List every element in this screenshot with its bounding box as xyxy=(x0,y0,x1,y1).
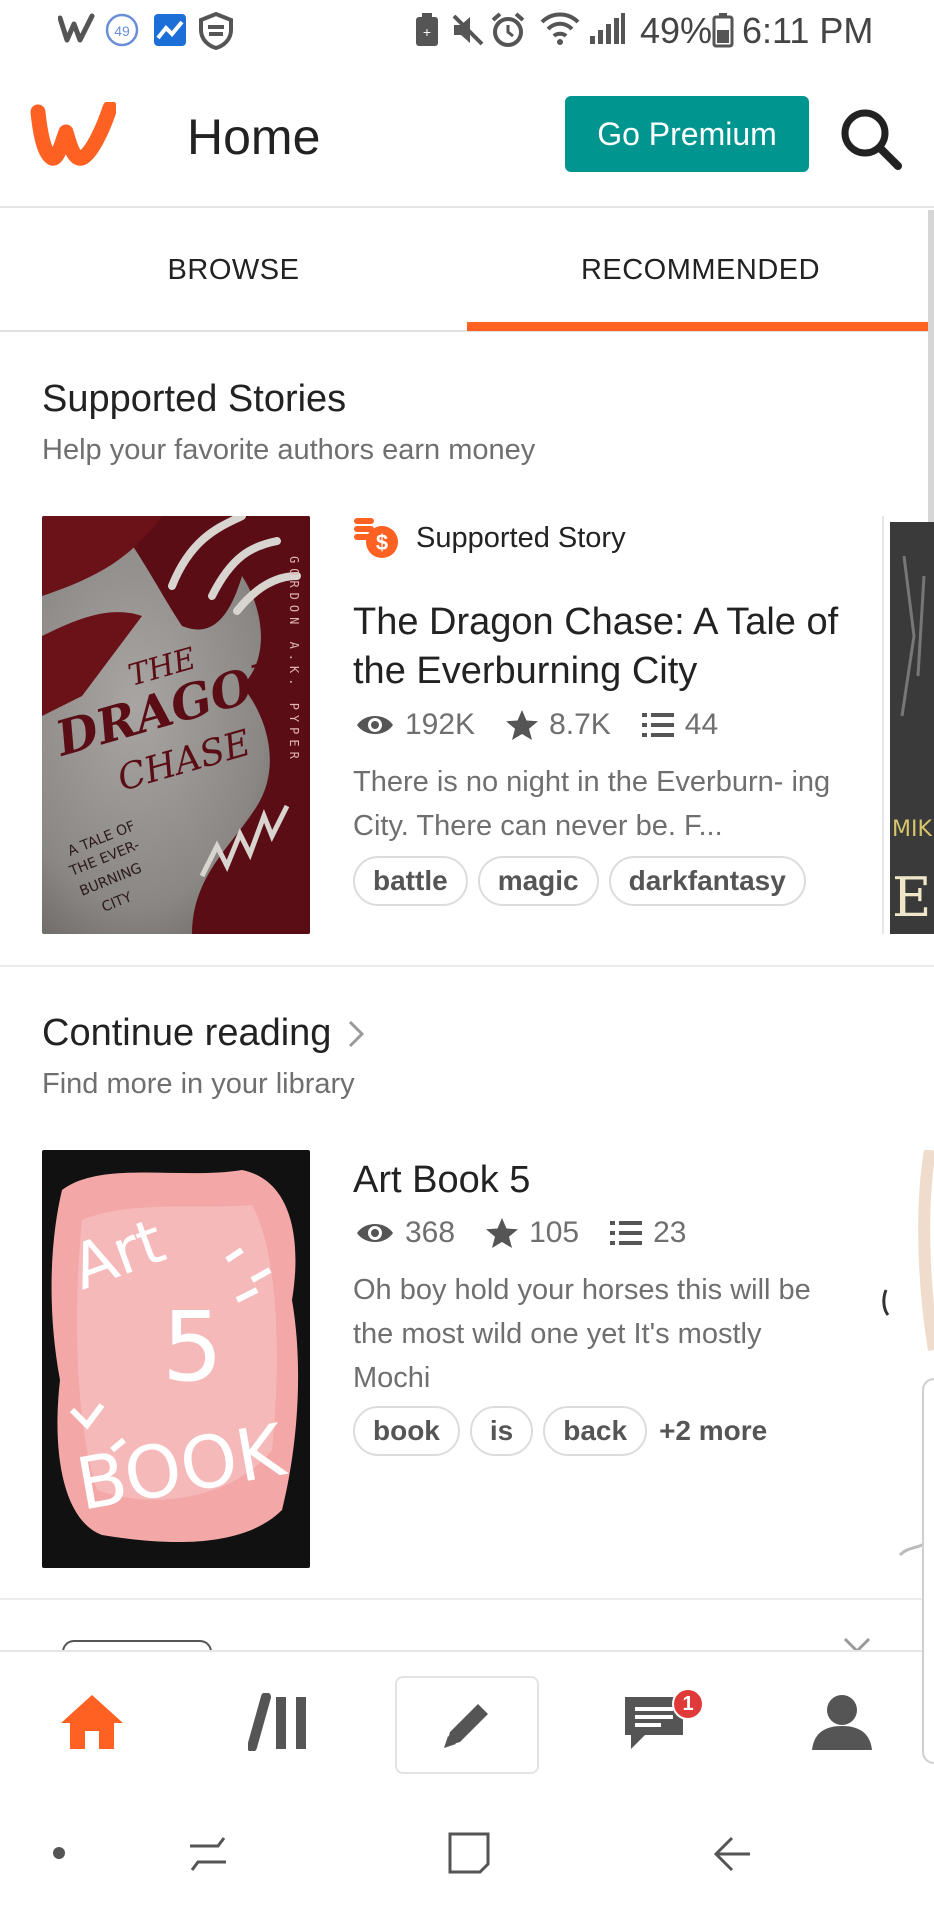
art-book-tags: book is back +2 more xyxy=(353,1406,767,1456)
go-premium-button[interactable]: Go Premium xyxy=(565,96,809,172)
wifi-icon xyxy=(540,12,580,46)
page-title: Home xyxy=(187,109,321,165)
section-divider xyxy=(0,965,934,967)
supported-stories-subtitle: Help your favorite authors earn money xyxy=(42,434,536,466)
status-bar: 49 + 49% 6:11 PM xyxy=(0,0,934,62)
votes-count: 105 xyxy=(529,1216,580,1249)
recents-icon[interactable] xyxy=(186,1832,230,1876)
notification-count-icon: 49 xyxy=(104,12,140,48)
nav-write[interactable] xyxy=(395,1676,539,1774)
tab-recommended-label: RECOMMENDED xyxy=(580,253,821,286)
next-cover-text2: EL xyxy=(892,866,934,929)
tag-chip[interactable]: battle xyxy=(353,856,468,906)
parts-count: 23 xyxy=(653,1216,687,1249)
supported-stories-title: Supported Stories xyxy=(42,378,347,420)
profile-icon xyxy=(810,1692,874,1752)
home-icon xyxy=(59,1693,125,1751)
votes-count: 8.7K xyxy=(549,708,611,741)
svg-text:$: $ xyxy=(376,530,388,555)
mute-icon xyxy=(450,12,486,48)
pencil-icon xyxy=(438,1696,496,1754)
battery-saver-icon: + xyxy=(414,12,440,48)
active-tab-indicator xyxy=(467,322,934,331)
section-divider xyxy=(0,1598,934,1600)
next-supported-story-cover[interactable]: MIK EL xyxy=(882,516,934,934)
continue-reading-subtitle: Find more in your library xyxy=(42,1068,355,1100)
svg-text:+: + xyxy=(423,24,431,40)
dragon-chase-stats: 192K 8.7K 44 xyxy=(355,708,748,742)
reads-count: 368 xyxy=(405,1216,456,1249)
continue-reading-header[interactable]: Continue reading xyxy=(42,1012,365,1055)
tag-chip[interactable]: book xyxy=(353,1406,460,1456)
wattpad-logo-icon[interactable] xyxy=(30,102,116,168)
art-book-stats: 368 105 23 xyxy=(355,1216,717,1250)
battery-icon xyxy=(712,12,734,48)
list-icon xyxy=(641,711,685,739)
list-icon xyxy=(609,1219,653,1247)
home-button-icon[interactable] xyxy=(446,1830,492,1876)
tab-bar: BROWSE RECOMMENDED xyxy=(0,210,934,332)
next-cover-text1: MIK xyxy=(892,817,932,842)
notification-count-text: 49 xyxy=(114,23,130,39)
continue-reading-title: Continue reading xyxy=(42,1012,332,1054)
supported-story-label: Supported Story xyxy=(416,522,626,554)
tag-chip[interactable]: darkfantasy xyxy=(608,856,806,906)
app-bar: Home Go Premium xyxy=(0,62,934,208)
dragon-chase-tags: battle magic darkfantasy xyxy=(353,856,816,906)
star-icon xyxy=(485,1217,529,1249)
messenger-icon xyxy=(152,12,188,48)
messages-badge: 1 xyxy=(672,1688,704,1720)
art-book-description: Oh boy hold your horses this will be the… xyxy=(353,1274,811,1394)
reads-stat: 192K xyxy=(355,708,475,742)
tag-chip[interactable]: magic xyxy=(477,856,599,906)
dot-icon[interactable] xyxy=(52,1846,66,1860)
scrollbar[interactable] xyxy=(928,210,934,540)
tag-chip[interactable]: back xyxy=(543,1406,648,1456)
library-icon xyxy=(248,1693,312,1751)
back-icon[interactable] xyxy=(710,1834,754,1874)
tab-recommended[interactable]: RECOMMENDED xyxy=(467,210,934,330)
eye-icon xyxy=(355,711,405,739)
dragon-chase-description: There is no night in the Everburn- ing C… xyxy=(353,766,831,842)
chevron-right-icon xyxy=(347,1019,365,1049)
votes-stat: 8.7K xyxy=(505,708,611,742)
dragon-chase-title[interactable]: The Dragon Chase: A Tale of the Everburn… xyxy=(353,598,853,696)
alarm-icon xyxy=(490,12,526,48)
art-cover-text2: 5 xyxy=(162,1291,223,1403)
votes-stat: 105 xyxy=(485,1216,579,1250)
reads-stat: 368 xyxy=(355,1216,455,1250)
tab-browse[interactable]: BROWSE xyxy=(0,210,467,330)
battery-percent: 49% xyxy=(640,10,713,51)
tag-chip[interactable]: is xyxy=(469,1406,534,1456)
nav-messages[interactable] xyxy=(584,1652,724,1792)
system-navigation-bar xyxy=(0,1790,934,1920)
art-book-title[interactable]: Art Book 5 xyxy=(353,1156,853,1205)
cover-author: GORDON A.K. PYPER xyxy=(287,556,301,764)
side-drawer-handle[interactable] xyxy=(922,1378,934,1764)
signal-icon xyxy=(588,12,626,46)
nav-library[interactable] xyxy=(210,1652,350,1792)
nav-home[interactable] xyxy=(22,1652,162,1792)
eye-icon xyxy=(355,1219,405,1247)
clock: 6:11 PM xyxy=(742,10,874,51)
tab-browse-label: BROWSE xyxy=(167,253,300,286)
nav-profile[interactable] xyxy=(772,1652,912,1792)
search-icon[interactable] xyxy=(838,106,904,172)
wattpad-notification-icon xyxy=(58,12,96,46)
shield-icon xyxy=(198,12,234,50)
dragon-chase-cover[interactable]: THE DRAGON CHASE A TALE OF THE EVER- BUR… xyxy=(42,516,310,934)
parts-stat: 23 xyxy=(609,1216,687,1250)
art-book-cover[interactable]: Art 5 BOOK xyxy=(42,1150,310,1568)
supported-story-coins-icon: $ xyxy=(352,512,400,560)
star-icon xyxy=(505,709,549,741)
bottom-navigation: 1 xyxy=(0,1650,934,1790)
more-tags-link[interactable]: +2 more xyxy=(659,1415,767,1447)
reads-count: 192K xyxy=(405,708,476,741)
parts-stat: 44 xyxy=(641,708,718,742)
parts-count: 44 xyxy=(684,708,719,741)
